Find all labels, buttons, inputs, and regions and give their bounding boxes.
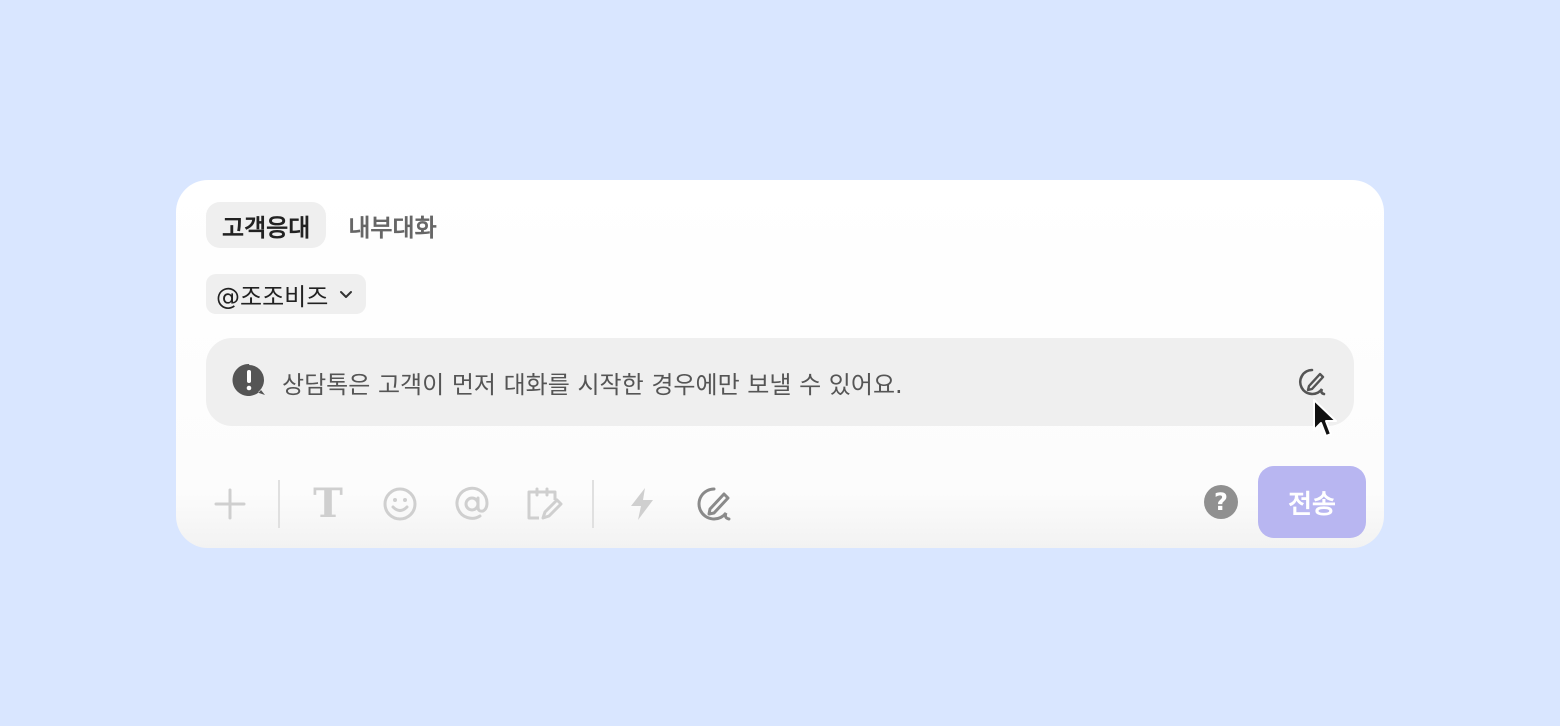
restriction-notice: 상담톡은 고객이 먼저 대화를 시작한 경우에만 보낼 수 있어요. <box>206 338 1354 426</box>
notice-text: 상담톡은 고객이 먼저 대화를 시작한 경우에만 보낼 수 있어요. <box>282 370 903 399</box>
text-format-icon[interactable]: T <box>304 480 352 528</box>
ai-write-icon[interactable] <box>690 480 738 528</box>
send-button[interactable]: 전송 <box>1258 466 1366 538</box>
composer-toolbar: T <box>206 476 762 532</box>
toolbar-divider <box>592 480 594 528</box>
channel-label: @조조비즈 <box>216 282 329 311</box>
help-icon[interactable]: ? <box>1204 485 1238 519</box>
emoji-icon[interactable] <box>376 480 424 528</box>
alert-bubble-icon <box>232 363 266 401</box>
snippet-icon[interactable] <box>520 480 568 528</box>
lightning-icon[interactable] <box>618 480 666 528</box>
plus-icon[interactable] <box>206 480 254 528</box>
channel-selector[interactable]: @조조비즈 <box>206 274 367 314</box>
tab-internal-chat[interactable]: 내부대화 <box>332 202 452 248</box>
message-composer: 고객응대 내부대화 @조조비즈 상담톡은 고객이 먼저 대화를 시작한 경우에만… <box>176 180 1384 548</box>
composer-tabs: 고객응대 내부대화 <box>206 202 453 248</box>
ai-write-icon[interactable] <box>1296 366 1328 398</box>
tab-customer-support[interactable]: 고객응대 <box>206 202 327 248</box>
chevron-down-icon <box>338 280 354 308</box>
mention-icon[interactable] <box>448 480 496 528</box>
toolbar-divider <box>278 480 280 528</box>
composer-actions: ? 전송 <box>1204 466 1366 538</box>
